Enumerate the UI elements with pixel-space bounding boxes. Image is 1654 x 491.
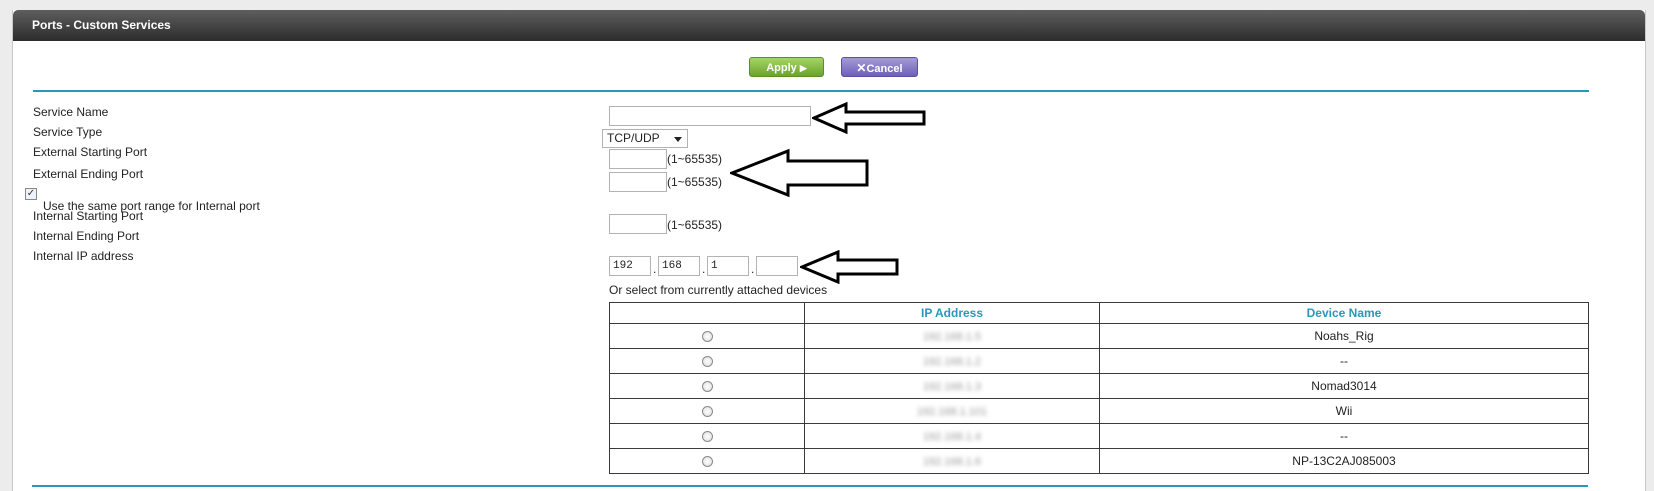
top-divider bbox=[33, 90, 1589, 92]
table-row: 192.168.1.5 Noahs_Rig bbox=[609, 323, 1589, 349]
attached-devices-table: IP Address Device Name 192.168.1.5 Noahs… bbox=[609, 302, 1589, 474]
device-name-cell: Noahs_Rig bbox=[1099, 323, 1589, 349]
device-name-cell: NP-13C2AJ085003 bbox=[1099, 448, 1589, 474]
external-start-hint: (1~65535) bbox=[667, 152, 723, 166]
internal-start-hint: (1~65535) bbox=[667, 218, 723, 232]
external-end-label: External Ending Port bbox=[33, 167, 144, 181]
select-devices-hint: Or select from currently attached device… bbox=[609, 283, 828, 297]
device-radio[interactable] bbox=[701, 456, 713, 468]
ip-value: 192.168.1.5 bbox=[922, 331, 982, 343]
internal-end-label: Internal Ending Port bbox=[33, 229, 140, 243]
ip-value: 192.168.1.6 bbox=[922, 456, 982, 468]
service-type-select[interactable]: TCP/UDP bbox=[602, 129, 688, 148]
header-select bbox=[609, 302, 805, 324]
external-end-hint: (1~65535) bbox=[667, 175, 723, 189]
ip-value: 192.168.1.101 bbox=[916, 406, 988, 418]
cancel-label: Cancel bbox=[866, 63, 903, 75]
apply-button[interactable]: Apply ▶ bbox=[749, 57, 824, 77]
external-start-label: External Starting Port bbox=[33, 145, 148, 159]
ip-cell: 192.168.1.2 bbox=[804, 348, 1100, 374]
table-header-row: IP Address Device Name bbox=[609, 302, 1589, 324]
header-ip-address: IP Address bbox=[804, 302, 1100, 324]
ip-octet-2[interactable]: 168 bbox=[658, 256, 700, 276]
ip-dot-2: . bbox=[702, 262, 706, 276]
ip-cell: 192.168.1.6 bbox=[804, 448, 1100, 474]
same-range-label: Use the same port range for Internal por… bbox=[43, 199, 260, 213]
page-title: Ports - Custom Services bbox=[13, 10, 1645, 41]
row-select-cell bbox=[609, 373, 805, 399]
play-triangle-icon: ▶ bbox=[799, 63, 807, 73]
device-radio[interactable] bbox=[701, 406, 713, 418]
service-name-input[interactable] bbox=[609, 106, 811, 126]
cancel-button[interactable]: ✕Cancel bbox=[841, 57, 918, 77]
table-row: 192.168.1.2 -- bbox=[609, 348, 1589, 374]
arrow-left-icon bbox=[812, 101, 926, 135]
x-icon: ✕ bbox=[856, 61, 867, 75]
same-range-checkbox[interactable]: ✓ bbox=[25, 188, 37, 200]
ip-cell: 192.168.1.101 bbox=[804, 398, 1100, 424]
ip-value: 192.168.1.2 bbox=[922, 356, 982, 368]
ip-value: 192.168.1.3 bbox=[922, 381, 982, 393]
ip-cell: 192.168.1.3 bbox=[804, 373, 1100, 399]
device-radio[interactable] bbox=[701, 356, 713, 368]
row-select-cell bbox=[609, 448, 805, 474]
chevron-down-icon bbox=[674, 137, 682, 142]
internal-start-input[interactable] bbox=[609, 214, 667, 234]
device-name-cell: Wii bbox=[1099, 398, 1589, 424]
ip-value: 192.168.1.4 bbox=[922, 431, 982, 443]
external-start-input[interactable] bbox=[609, 149, 667, 169]
arrow-left-icon bbox=[800, 250, 899, 284]
device-name-cell: -- bbox=[1099, 348, 1589, 374]
ip-cell: 192.168.1.4 bbox=[804, 423, 1100, 449]
table-row: 192.168.1.6 NP-13C2AJ085003 bbox=[609, 448, 1589, 474]
service-type-value: TCP/UDP bbox=[607, 131, 660, 145]
service-type-label: Service Type bbox=[33, 125, 103, 139]
row-select-cell bbox=[609, 423, 805, 449]
device-radio[interactable] bbox=[701, 431, 713, 443]
device-name-cell: -- bbox=[1099, 423, 1589, 449]
header-device-name: Device Name bbox=[1099, 302, 1589, 324]
device-name-cell: Nomad3014 bbox=[1099, 373, 1589, 399]
device-radio[interactable] bbox=[701, 381, 713, 393]
external-end-input[interactable] bbox=[609, 172, 667, 192]
ip-cell: 192.168.1.5 bbox=[804, 323, 1100, 349]
ip-dot-3: . bbox=[751, 262, 755, 276]
table-row: 192.168.1.101 Wii bbox=[609, 398, 1589, 424]
service-name-label: Service Name bbox=[33, 105, 109, 119]
ip-octet-4[interactable] bbox=[756, 256, 798, 276]
row-select-cell bbox=[609, 323, 805, 349]
arrow-left-icon bbox=[730, 148, 869, 198]
ip-octet-3[interactable]: 1 bbox=[707, 256, 749, 276]
ip-dot-1: . bbox=[653, 262, 657, 276]
row-select-cell bbox=[609, 348, 805, 374]
bottom-divider bbox=[32, 485, 1588, 487]
apply-label: Apply bbox=[766, 62, 797, 74]
table-row: 192.168.1.3 Nomad3014 bbox=[609, 373, 1589, 399]
row-select-cell bbox=[609, 398, 805, 424]
table-row: 192.168.1.4 -- bbox=[609, 423, 1589, 449]
internal-ip-label: Internal IP address bbox=[33, 249, 134, 263]
ip-octet-1[interactable]: 192 bbox=[609, 256, 651, 276]
device-radio[interactable] bbox=[701, 331, 713, 343]
